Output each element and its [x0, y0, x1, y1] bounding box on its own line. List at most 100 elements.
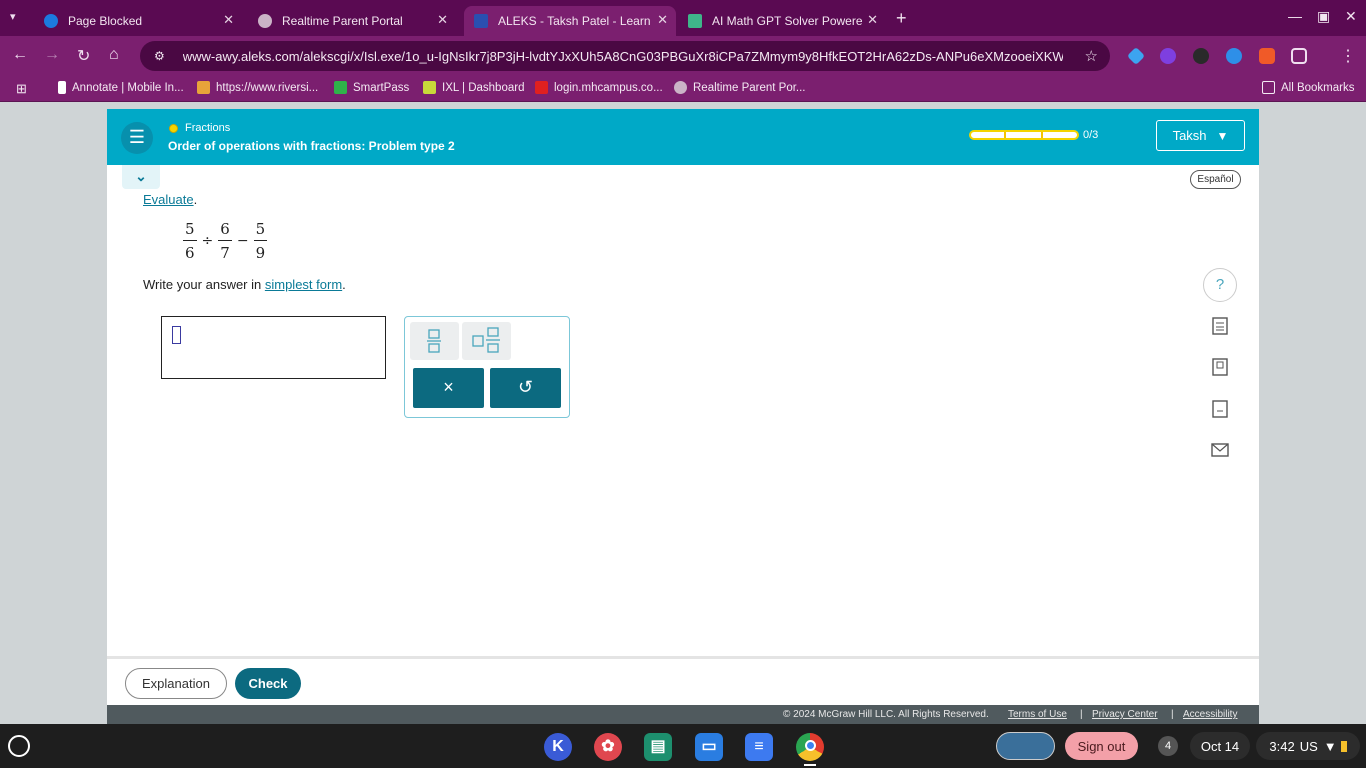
mail-icon[interactable] — [1203, 433, 1237, 467]
undo-button[interactable]: ↺ — [490, 368, 561, 408]
apps-grid-icon[interactable]: ⊞ — [16, 81, 27, 97]
close-tab-icon[interactable]: ✕ — [657, 12, 668, 28]
forward-icon[interactable]: → — [44, 46, 60, 64]
topic-label: Fractions — [169, 122, 230, 134]
extension-eraser-icon[interactable] — [1259, 48, 1275, 64]
denominator: 7 — [220, 244, 230, 262]
input-cursor — [172, 326, 181, 344]
progress-count: 0/3 — [1083, 129, 1099, 141]
tab-title: Realtime Parent Portal — [282, 14, 403, 28]
close-tab-icon[interactable]: ✕ — [867, 12, 878, 28]
close-window-icon[interactable]: ✕ — [1345, 8, 1357, 25]
denominator: 9 — [255, 244, 266, 262]
clear-button[interactable]: × — [413, 368, 484, 408]
reload-icon[interactable]: ↻ — [77, 46, 90, 66]
chrome-center-icon — [804, 740, 816, 751]
check-button[interactable]: Check — [235, 668, 301, 699]
accessibility-link[interactable]: Accessibility — [1183, 709, 1237, 720]
close-tab-icon[interactable]: ✕ — [437, 12, 448, 28]
back-icon[interactable]: ← — [12, 46, 28, 64]
answer-input[interactable] — [161, 316, 386, 379]
menu-hamburger-icon[interactable]: ☰ — [121, 122, 153, 154]
help-icon[interactable]: ? — [1203, 268, 1237, 302]
sign-out-button[interactable]: Sign out — [1065, 732, 1138, 760]
extension-edge-icon[interactable] — [1226, 48, 1242, 64]
clock-time: 3:42 — [1269, 738, 1295, 754]
privacy-link[interactable]: Privacy Center — [1092, 709, 1158, 720]
explanation-button[interactable]: Explanation — [125, 668, 227, 699]
action-bar: Explanation Check — [107, 656, 1259, 705]
extension-bug-icon[interactable] — [1193, 48, 1209, 64]
math-keypad: × ↺ — [404, 316, 570, 418]
wifi-icon: ▼ — [1323, 738, 1337, 754]
extensions-puzzle-icon[interactable] — [1291, 48, 1307, 64]
folder-icon — [1262, 81, 1275, 94]
globe-favicon-icon — [674, 81, 687, 94]
fraction-template-button[interactable] — [410, 322, 459, 360]
tab-ai-math-gpt[interactable]: AI Math GPT Solver Powered b ✕ — [678, 6, 886, 36]
new-tab-icon[interactable]: + — [896, 8, 907, 29]
bookmarks-bar: ⊞ Annotate | Mobile In... https://www.ri… — [0, 76, 1366, 102]
status-area[interactable]: 3:42 US ▼ — [1256, 732, 1360, 760]
canvas-paint-app-icon[interactable]: ✿ — [594, 733, 622, 761]
notification-badge[interactable]: 4 — [1158, 736, 1178, 756]
close-tab-icon[interactable]: ✕ — [223, 12, 234, 28]
mixed-number-template-icon — [472, 327, 500, 353]
denominator: 6 — [185, 244, 195, 262]
restore-icon[interactable]: ▣ — [1317, 8, 1330, 25]
home-icon[interactable]: ⌂ — [109, 46, 119, 64]
mixed-number-template-button[interactable] — [462, 322, 511, 360]
progress-bar — [969, 130, 1079, 140]
site-info-icon[interactable]: ⚙ — [154, 49, 165, 63]
simplest-form-link[interactable]: simplest form — [265, 277, 342, 292]
tab-page-blocked[interactable]: Page Blocked ✕ — [34, 6, 242, 36]
date-display[interactable]: Oct 14 — [1190, 732, 1250, 760]
active-app-indicator — [804, 764, 816, 766]
bookmark-smartpass[interactable]: SmartPass — [334, 81, 409, 94]
input-locale: US — [1299, 738, 1318, 754]
progress-segment-divider — [1041, 132, 1043, 138]
espanol-button[interactable]: Español — [1190, 170, 1241, 189]
mcgraw-favicon-icon — [535, 81, 548, 94]
tab-search-icon[interactable]: ▾ — [10, 10, 16, 23]
all-bookmarks[interactable]: All Bookmarks — [1262, 81, 1355, 94]
classroom-app-icon[interactable]: ▤ — [644, 733, 672, 761]
tab-title: AI Math GPT Solver Powered b — [712, 14, 862, 28]
bookmark-label: SmartPass — [353, 81, 410, 94]
topic-text: Fractions — [185, 122, 231, 134]
media-tray[interactable] — [996, 732, 1055, 760]
evaluate-link[interactable]: Evaluate — [143, 192, 194, 207]
bookmark-ixl[interactable]: IXL | Dashboard — [423, 81, 524, 94]
bookmark-annotate[interactable]: Annotate | Mobile In... — [58, 81, 184, 94]
terms-link[interactable]: Terms of Use — [1008, 709, 1067, 720]
launcher-icon[interactable] — [8, 735, 30, 757]
calculator-glyph — [1212, 317, 1228, 335]
collapse-header-chevron-icon[interactable]: ⌄ — [122, 165, 160, 189]
bookmark-star-icon[interactable]: ☆ — [1085, 47, 1098, 65]
minimize-icon[interactable]: — — [1288, 8, 1302, 24]
user-menu-button[interactable]: Taksh ▼ — [1156, 120, 1245, 151]
bookmark-label: Annotate | Mobile In... — [72, 81, 184, 94]
fraction-template-icon — [427, 329, 441, 353]
bookmark-riverside[interactable]: https://www.riversi... — [197, 81, 318, 94]
chart-favicon-icon — [197, 81, 210, 94]
kahoot-app-icon[interactable]: K — [544, 733, 572, 761]
calculator-icon[interactable] — [1203, 309, 1237, 343]
files-app-icon[interactable]: ▭ — [695, 733, 723, 761]
chrome-app-icon[interactable] — [796, 733, 824, 761]
address-bar[interactable]: ⚙ www-awy.aleks.com/alekscgi/x/Isl.exe/1… — [140, 41, 1110, 71]
bookmark-mhcampus[interactable]: login.mhcampus.co... — [535, 81, 663, 94]
tab-aleks[interactable]: ALEKS - Taksh Patel - Learn ✕ — [464, 6, 676, 36]
extension-k-icon[interactable] — [1160, 48, 1176, 64]
annotate-favicon-icon — [58, 81, 66, 94]
browser-menu-icon[interactable]: ⋮ — [1340, 46, 1356, 66]
ebook-icon[interactable] — [1203, 350, 1237, 384]
aleks-app: ☰ Fractions Order of operations with fra… — [107, 109, 1259, 724]
footer-separator: | — [1080, 709, 1083, 720]
dictionary-icon[interactable] — [1203, 392, 1237, 426]
smartpass-favicon-icon — [334, 81, 347, 94]
docs-app-icon[interactable]: ≡ — [745, 733, 773, 761]
extension-diamond-icon[interactable] — [1126, 46, 1146, 66]
tab-realtime-parent-portal[interactable]: Realtime Parent Portal ✕ — [248, 6, 456, 36]
bookmark-realtime[interactable]: Realtime Parent Por... — [674, 81, 806, 94]
